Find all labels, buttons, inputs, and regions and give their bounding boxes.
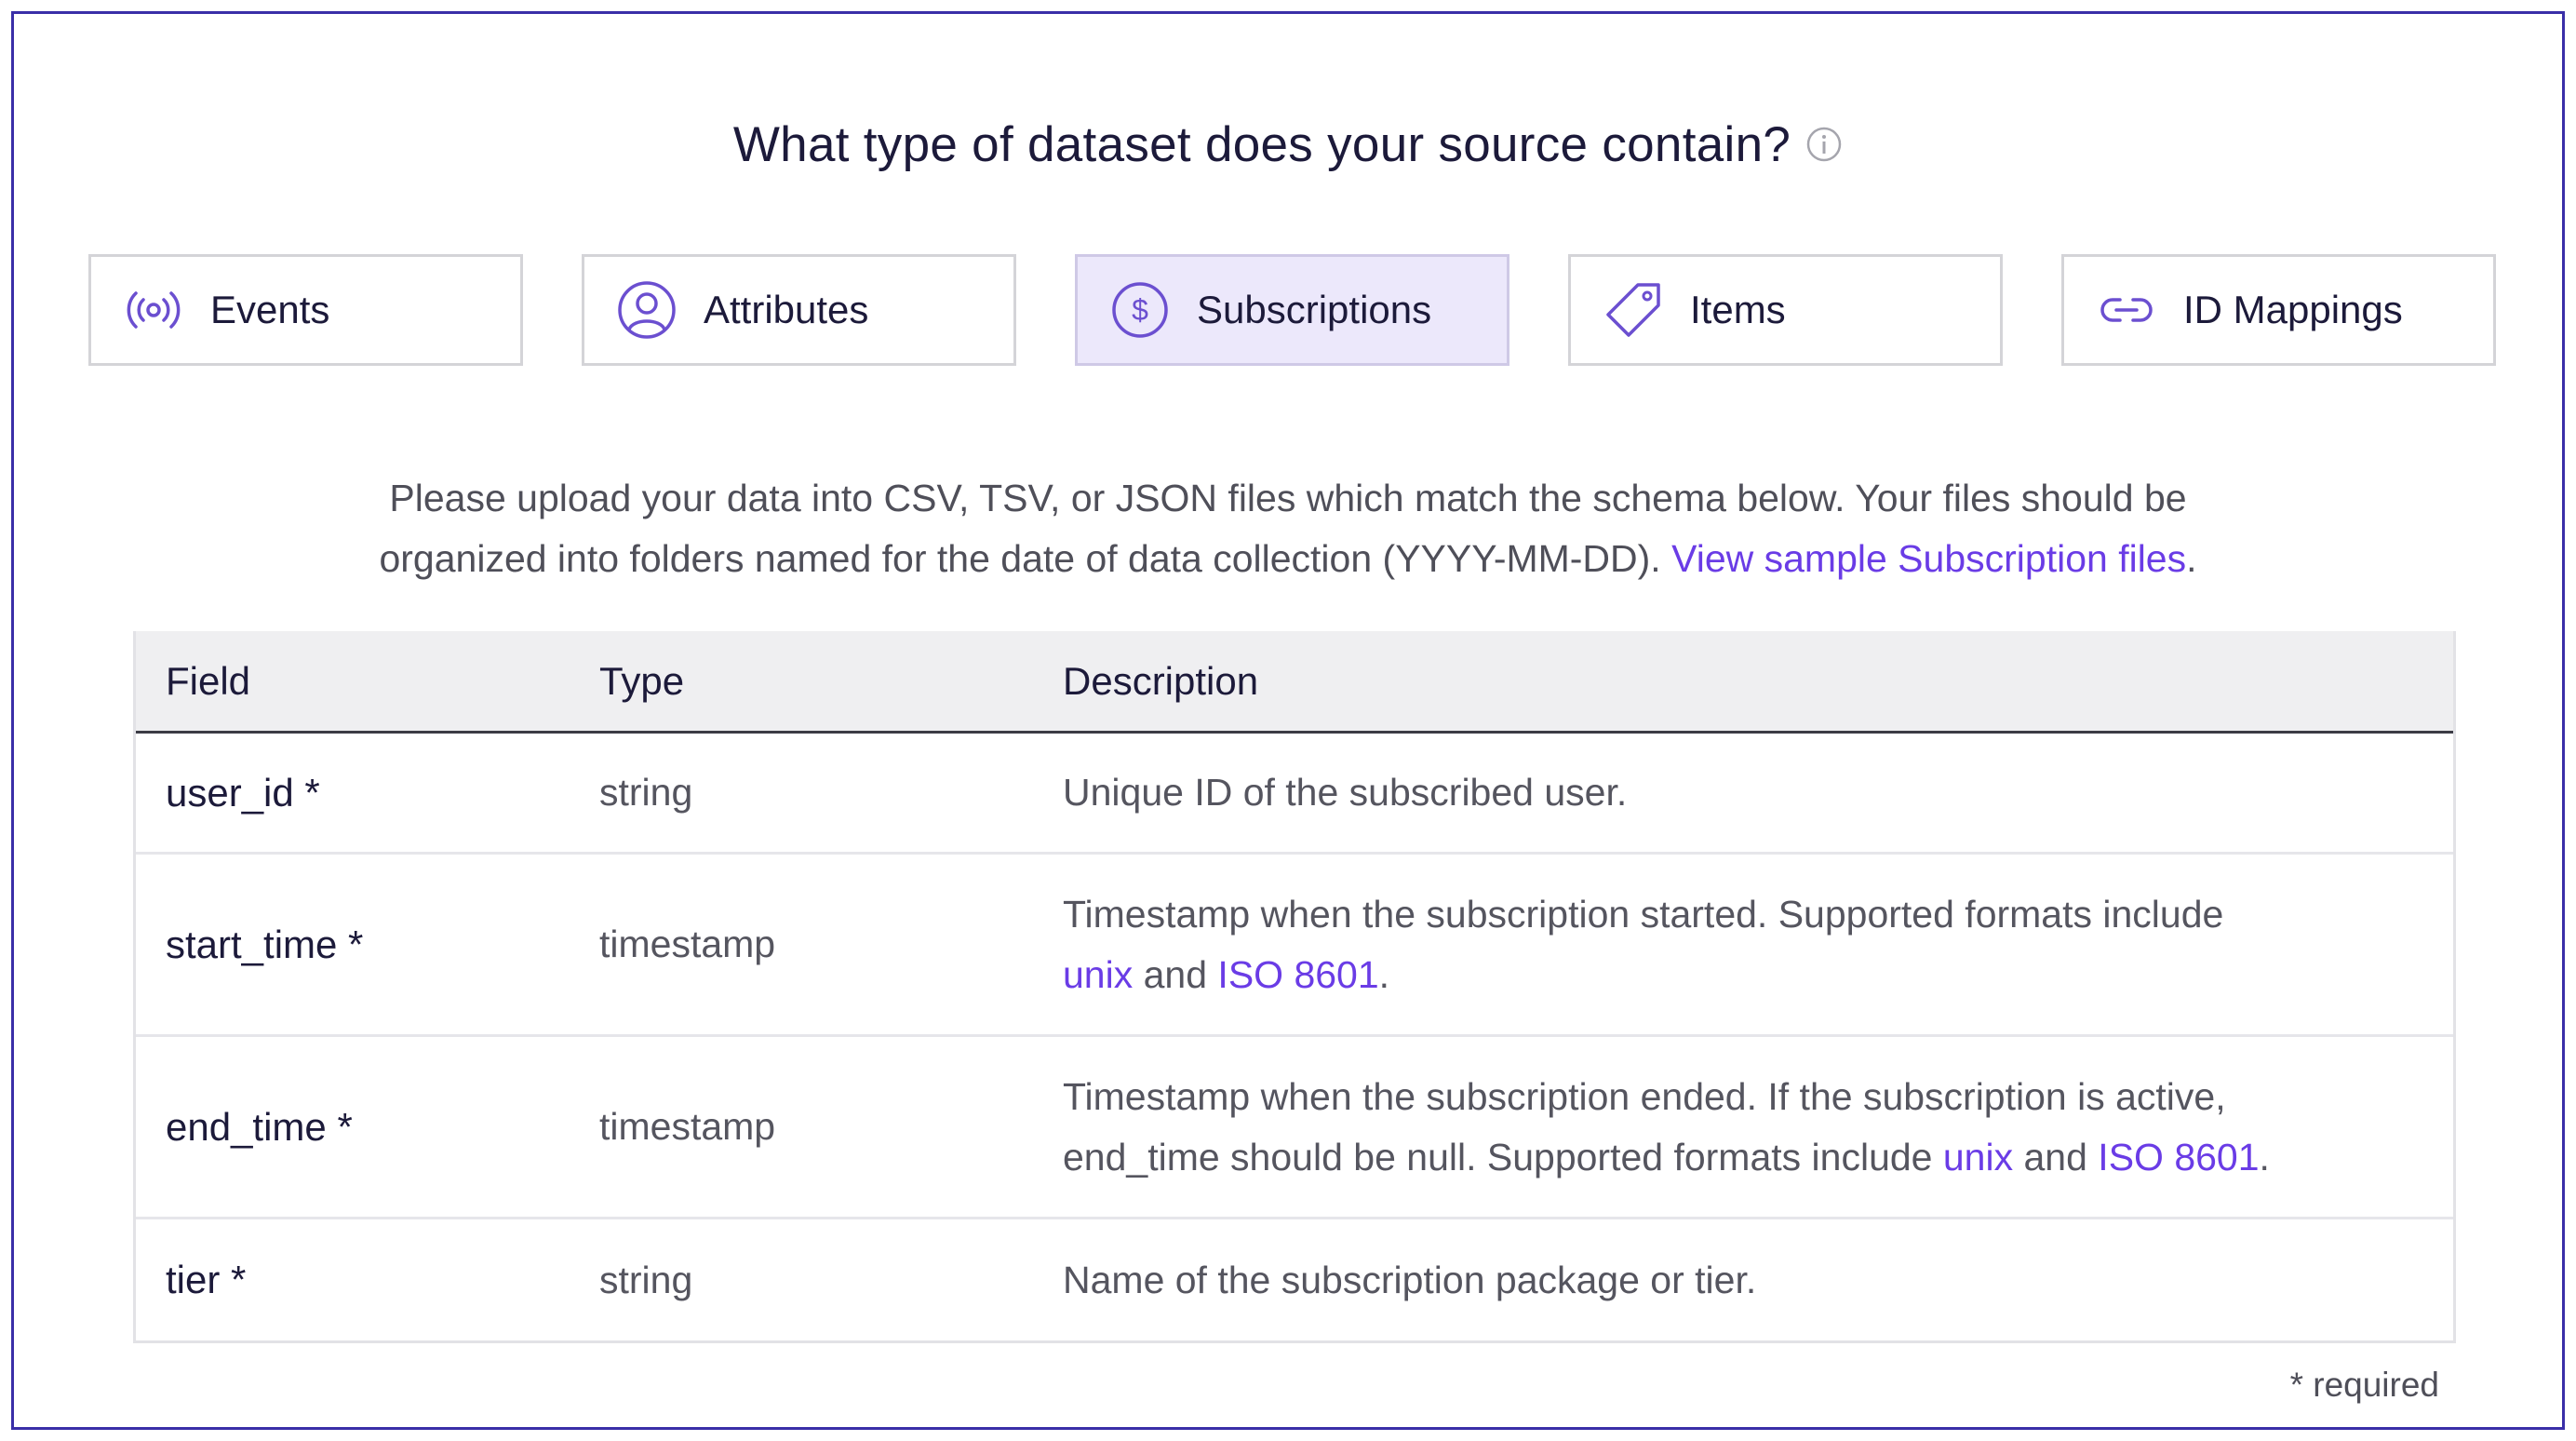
- description-text: and: [2013, 1135, 2099, 1178]
- iso-8601-link[interactable]: ISO 8601: [2098, 1136, 2259, 1178]
- tab-label: Attributes: [704, 288, 869, 331]
- tab-attributes[interactable]: Attributes: [582, 254, 1016, 366]
- field-description: Timestamp when the subscription ended. I…: [1063, 1067, 2453, 1188]
- tab-label: Items: [1690, 288, 1786, 331]
- tag-icon: [1606, 283, 1660, 337]
- tab-label: ID Mappings: [2183, 288, 2403, 331]
- description-line: Timestamp when the subscription started.…: [1063, 892, 2224, 936]
- description-line: Timestamp when the subscription ended. I…: [1063, 1074, 2226, 1118]
- tab-subscriptions[interactable]: $ Subscriptions: [1075, 254, 1509, 366]
- dataset-type-tabs: Events Attributes $ Subscriptions Items: [88, 254, 2499, 366]
- tab-events[interactable]: Events: [88, 254, 523, 366]
- info-icon[interactable]: [1805, 126, 1843, 163]
- description-text: and: [1133, 952, 1218, 996]
- unix-link[interactable]: unix: [1943, 1136, 2013, 1178]
- table-row: end_time * timestamp Timestamp when the …: [136, 1037, 2453, 1219]
- instructions-text: organized into folders named for the dat…: [379, 537, 1661, 580]
- tab-label: Events: [210, 288, 330, 331]
- tab-label: Subscriptions: [1197, 288, 1432, 331]
- instructions-line-2: organized into folders named for the dat…: [14, 529, 2562, 589]
- tab-items[interactable]: Items: [1568, 254, 2003, 366]
- column-header-type: Type: [599, 658, 685, 703]
- instructions-period: .: [2186, 537, 2197, 580]
- field-name: user_id *: [166, 770, 320, 815]
- broadcast-icon: [127, 291, 181, 329]
- schema-table: Field Type Description user_id * string …: [133, 631, 2456, 1343]
- description-period: .: [1378, 952, 1390, 996]
- upload-instructions: Please upload your data into CSV, TSV, o…: [14, 468, 2562, 589]
- instructions-line-1: Please upload your data into CSV, TSV, o…: [389, 477, 2187, 519]
- column-header-field: Field: [166, 658, 251, 703]
- required-note: * required: [2289, 1366, 2439, 1404]
- iso-8601-link[interactable]: ISO 8601: [1217, 953, 1378, 996]
- page-title: What type of dataset does your source co…: [732, 117, 1791, 172]
- table-row: tier * string Name of the subscription p…: [136, 1219, 2453, 1340]
- page-heading: What type of dataset does your source co…: [14, 116, 2562, 173]
- description-period: .: [2259, 1135, 2270, 1178]
- field-type: string: [599, 771, 693, 814]
- field-name: end_time *: [166, 1104, 353, 1149]
- table-row: start_time * timestamp Timestamp when th…: [136, 855, 2453, 1037]
- user-circle-icon: [618, 281, 676, 339]
- description-line: unix and ISO 8601.: [1063, 945, 2425, 1005]
- field-type: timestamp: [599, 923, 776, 965]
- field-description: Unique ID of the subscribed user.: [1063, 771, 1628, 814]
- field-type: timestamp: [599, 1105, 776, 1148]
- column-header-description: Description: [1063, 658, 1259, 703]
- table-row: user_id * string Unique ID of the subscr…: [136, 734, 2453, 855]
- description-text: end_time should be null. Supported forma…: [1063, 1135, 1943, 1178]
- link-icon: [2100, 298, 2153, 322]
- field-type: string: [599, 1258, 693, 1301]
- field-name: tier *: [166, 1258, 247, 1301]
- view-sample-files-link[interactable]: View sample Subscription files: [1671, 537, 2186, 580]
- unix-link[interactable]: unix: [1063, 953, 1133, 996]
- svg-text:$: $: [1132, 293, 1148, 327]
- tab-id-mappings[interactable]: ID Mappings: [2061, 254, 2496, 366]
- description-line: end_time should be null. Supported forma…: [1063, 1127, 2425, 1188]
- field-description: Name of the subscription package or tier…: [1063, 1258, 1757, 1301]
- dataset-type-panel: What type of dataset does your source co…: [11, 11, 2565, 1430]
- field-name: start_time *: [166, 922, 364, 966]
- table-header: Field Type Description: [136, 631, 2453, 734]
- field-description: Timestamp when the subscription started.…: [1063, 884, 2453, 1005]
- dollar-circle-icon: $: [1112, 282, 1168, 338]
